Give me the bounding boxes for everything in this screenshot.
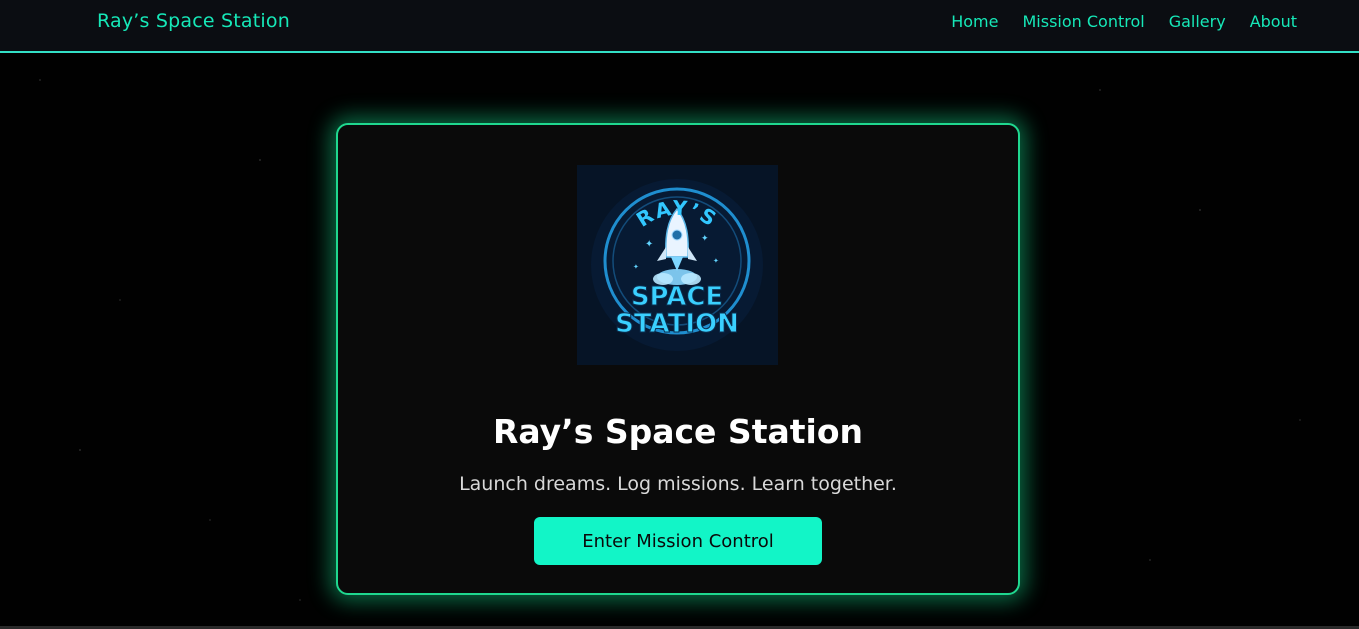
enter-mission-control-button[interactable]: Enter Mission Control	[534, 517, 822, 565]
svg-text:✦: ✦	[713, 257, 719, 265]
svg-text:✦: ✦	[645, 239, 653, 250]
brand-link[interactable]: Ray’s Space Station	[97, 10, 290, 32]
svg-text:SPACE: SPACE	[631, 282, 723, 312]
svg-text:✦: ✦	[701, 234, 709, 244]
nav-link-home[interactable]: Home	[951, 12, 998, 31]
hero-card: ✦ ✦ ✦ ✦ RAY’S SPACE STATION Ray’s Space …	[336, 123, 1020, 595]
nav-link-gallery[interactable]: Gallery	[1169, 12, 1226, 31]
top-navbar: Ray’s Space Station Home Mission Control…	[0, 0, 1359, 53]
svg-text:STATION: STATION	[615, 309, 739, 339]
hero-title: Ray’s Space Station	[493, 412, 863, 451]
nav-links: Home Mission Control Gallery About	[951, 12, 1297, 31]
nav-link-mission-control[interactable]: Mission Control	[1022, 12, 1144, 31]
nav-link-about[interactable]: About	[1250, 12, 1297, 31]
space-station-logo: ✦ ✦ ✦ ✦ RAY’S SPACE STATION	[577, 165, 778, 365]
svg-text:✦: ✦	[633, 263, 639, 271]
hero-tagline: Launch dreams. Log missions. Learn toget…	[459, 473, 897, 495]
page-root: Ray’s Space Station Home Mission Control…	[0, 0, 1359, 629]
